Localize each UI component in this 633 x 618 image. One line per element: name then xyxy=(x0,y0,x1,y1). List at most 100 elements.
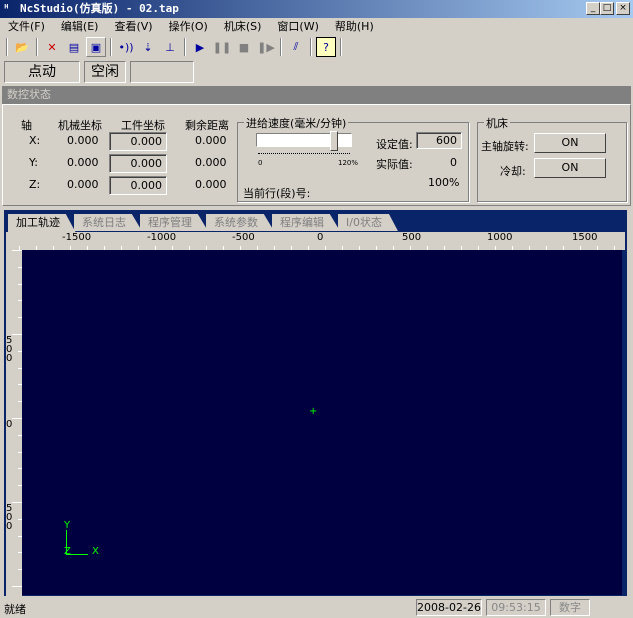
close-file-icon[interactable]: ✕ xyxy=(42,37,62,57)
status-input-mode: 数字 xyxy=(550,599,590,616)
menu-machine[interactable]: 机床(S) xyxy=(216,18,270,35)
stop-icon[interactable]: ■ xyxy=(234,37,254,57)
y-machine: 0.000 xyxy=(67,156,99,169)
axis-x-indicator: X xyxy=(92,546,99,557)
menu-file[interactable]: 文件(F) xyxy=(0,18,53,35)
status-time: 09:53:15 xyxy=(486,599,546,616)
actual-label: 实际值: xyxy=(376,158,413,171)
feed-percent: 100% xyxy=(428,176,460,189)
col-work: 工件坐标 xyxy=(121,119,165,132)
x-machine: 0.000 xyxy=(67,134,99,147)
y-remain: 0.000 xyxy=(195,156,227,169)
set-value-field[interactable]: 600 xyxy=(416,132,462,149)
z-remain: 0.000 xyxy=(195,178,227,191)
y-ruler-tick xyxy=(12,250,22,251)
menu-operate[interactable]: 操作(O) xyxy=(161,18,216,35)
open-folder-icon[interactable]: 📂 xyxy=(12,37,32,57)
machine-title: 机床 xyxy=(484,115,510,131)
menu-view[interactable]: 查看(V) xyxy=(106,18,160,35)
z-work-field[interactable]: 0.000 xyxy=(109,176,167,195)
x-ruler-label: 1000 xyxy=(487,232,513,243)
jog-icon[interactable]: ⇣ xyxy=(138,37,158,57)
step-icon[interactable]: ❚▶ xyxy=(256,37,276,57)
title-bar: ᴴ NcStudio(仿真版) - 02.tap xyxy=(0,0,633,18)
extra-indicator xyxy=(130,61,194,83)
spindle-on-button[interactable]: ON xyxy=(534,133,606,153)
axis-z-indicator: Z xyxy=(64,546,71,557)
col-axis: 轴 xyxy=(21,119,32,132)
x-ruler-label: 1500 xyxy=(572,232,598,243)
menu-help[interactable]: 帮助(H) xyxy=(327,18,382,35)
section-header: 数控状态 xyxy=(2,86,631,104)
x-ruler-label: 500 xyxy=(402,232,422,243)
axis-x-label: X: xyxy=(29,134,41,147)
slider-max: 120% xyxy=(338,159,359,167)
y-work-field[interactable]: 0.000 xyxy=(109,154,167,173)
set-label: 设定值: xyxy=(376,138,413,151)
feed-group: 进给速度(毫米/分钟) 0 120% 设定值: 600 实际值: 0 100% … xyxy=(237,115,469,202)
status-text: 就绪 xyxy=(4,603,26,616)
x-ruler-label: 0 xyxy=(317,232,324,243)
machine-group: 机床 主轴旋转: ON 冷却: ON xyxy=(477,115,627,202)
window-icon[interactable]: ▤ xyxy=(64,37,84,57)
tab-program-manage[interactable]: 程序管理 xyxy=(140,214,208,231)
maximize-button[interactable]: □ xyxy=(600,2,614,15)
x-ruler: -1500 -1000 -500 0 500 1000 1500 xyxy=(6,232,625,250)
coolant-label: 冷却: xyxy=(500,165,526,178)
mode-indicator: 点动 xyxy=(4,61,80,83)
toolbar: 📂 ✕ ▤ ▣ •)) ⇣ ⊥ ▶ ❚❚ ■ ❚▶ ⫽ ? xyxy=(4,36,344,58)
spindle-label: 主轴旋转: xyxy=(481,140,529,153)
coolant-on-button[interactable]: ON xyxy=(534,158,606,178)
y-ruler-tick xyxy=(12,418,22,419)
y-ruler-label: 0 xyxy=(6,419,13,430)
y-ruler: 500 0 500 xyxy=(6,250,22,596)
col-machine: 机械坐标 xyxy=(58,119,102,132)
tab-toolpath[interactable]: 加工轨迹 xyxy=(8,214,76,233)
state-indicator: 空闲 xyxy=(84,61,126,83)
slider-thumb[interactable] xyxy=(330,131,339,151)
tab-program-edit[interactable]: 程序编辑 xyxy=(272,214,340,231)
x-remain: 0.000 xyxy=(195,134,227,147)
close-button[interactable]: × xyxy=(616,2,630,15)
tool-icon[interactable]: ⊥ xyxy=(160,37,180,57)
menu-window[interactable]: 窗口(W) xyxy=(269,18,326,35)
z-machine: 0.000 xyxy=(67,178,99,191)
minimize-button[interactable]: _ xyxy=(586,2,600,15)
x-ruler-label: -500 xyxy=(232,232,255,243)
window-title: NcStudio(仿真版) - 02.tap xyxy=(20,2,179,15)
origin-crosshair-icon: + xyxy=(309,406,318,417)
col-remain: 剩余距离 xyxy=(185,119,229,132)
feed-slider[interactable] xyxy=(256,131,352,151)
actual-value: 0 xyxy=(450,156,457,169)
app-icon: ᴴ xyxy=(3,2,10,15)
help-icon[interactable]: ? xyxy=(316,37,336,57)
menu-bar: 文件(F) 编辑(E) 查看(V) 操作(O) 机床(S) 窗口(W) 帮助(H… xyxy=(0,18,633,35)
axis-z-label: Z: xyxy=(29,178,41,191)
x-ruler-label: -1000 xyxy=(147,232,177,243)
x-ruler-label: -1500 xyxy=(62,232,92,243)
y-ruler-tick xyxy=(12,334,22,335)
menu-edit[interactable]: 编辑(E) xyxy=(53,18,107,35)
axis-y-indicator: Y xyxy=(64,520,71,531)
link-icon[interactable]: ⫽ xyxy=(286,37,306,57)
play-icon[interactable]: ▶ xyxy=(190,37,210,57)
y-ruler-tick xyxy=(12,586,22,587)
feed-title: 进给速度(毫米/分钟) xyxy=(244,115,349,131)
toolpath-canvas[interactable]: + Y Z X xyxy=(22,250,622,595)
signal-icon[interactable]: •)) xyxy=(116,37,136,57)
line-label: 当前行(段)号: xyxy=(243,187,311,200)
y-ruler-tick xyxy=(12,502,22,503)
tab-system-params[interactable]: 系统参数 xyxy=(206,214,274,231)
tab-bar: 加工轨迹 系统日志 程序管理 系统参数 程序编辑 I/0状态 xyxy=(8,214,398,233)
y-ruler-label: 500 xyxy=(6,503,13,532)
display-icon[interactable]: ▣ xyxy=(86,37,106,57)
pause-icon[interactable]: ❚❚ xyxy=(212,37,232,57)
tab-io-status[interactable]: I/0状态 xyxy=(338,214,398,231)
axis-y-label: Y: xyxy=(29,156,38,169)
nc-status-panel: 轴 机械坐标 工件坐标 剩余距离 X: 0.000 0.000 0.000 Y:… xyxy=(2,104,631,206)
x-work-field[interactable]: 0.000 xyxy=(109,132,167,151)
status-date: 2008-02-26 xyxy=(416,599,482,616)
tab-system-log[interactable]: 系统日志 xyxy=(74,214,142,231)
y-ruler-label: 500 xyxy=(6,335,13,364)
status-bar: 就绪 2008-02-26 09:53:15 数字 xyxy=(0,598,633,618)
